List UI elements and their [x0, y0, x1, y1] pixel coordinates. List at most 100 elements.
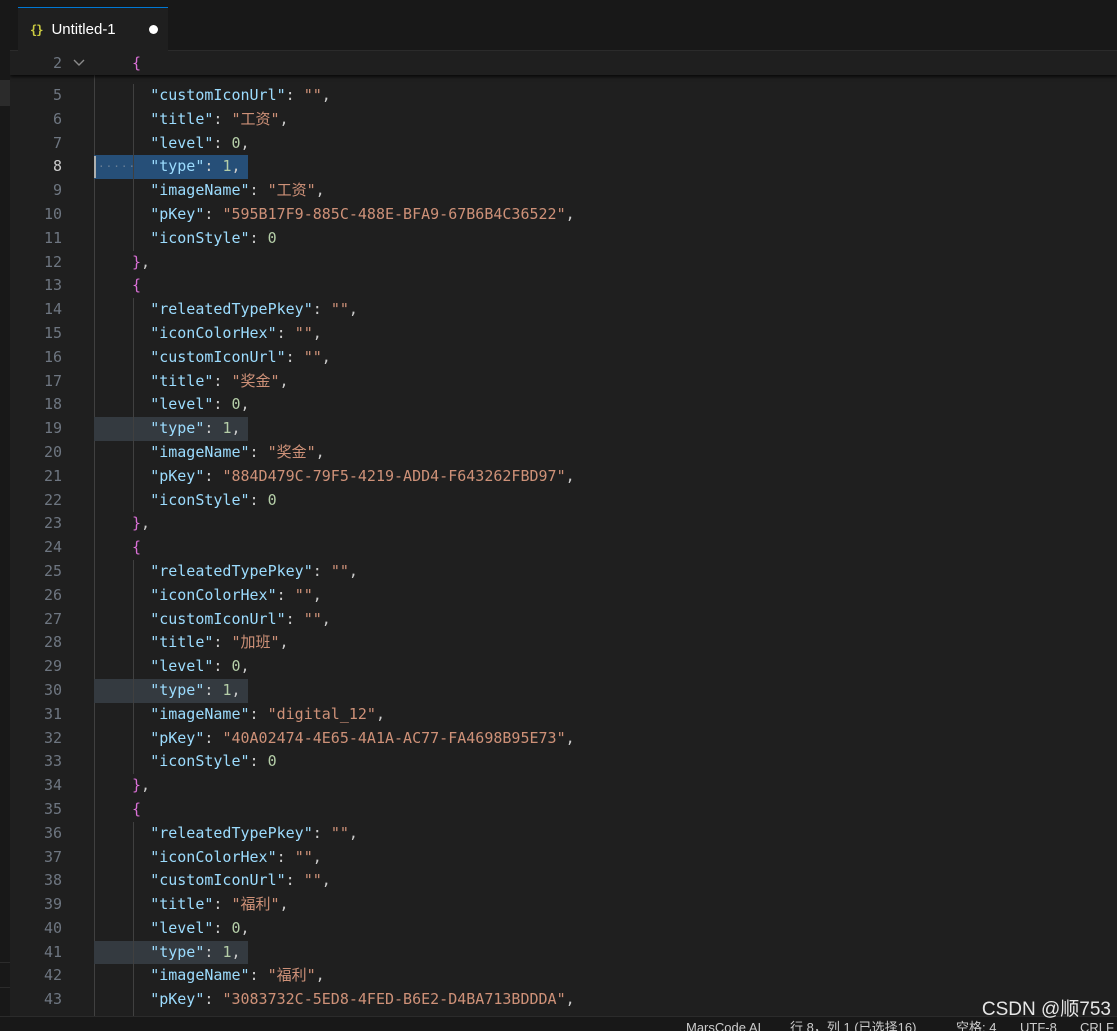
code-line[interactable]: 13 { — [10, 274, 1117, 298]
line-number: 36 — [43, 823, 62, 842]
indent-guide — [133, 440, 134, 465]
code-line[interactable]: 40 "level": 0, — [10, 916, 1117, 941]
code-line[interactable]: 28 "title": "加班", — [10, 631, 1117, 656]
code-token: : — [312, 300, 331, 319]
code-text: }, — [132, 774, 150, 798]
code-line[interactable]: 6 "title": "工资", — [10, 107, 1117, 132]
code-token: 0 — [267, 490, 277, 509]
code-token: "imageName" — [150, 181, 250, 200]
code-line[interactable]: 33 "iconStyle": 0 — [10, 750, 1117, 775]
line-number: 11 — [43, 228, 62, 247]
code-token: , — [312, 585, 322, 604]
code-token: "884D479C-79F5-4219-ADD4-F643262FBD97" — [222, 466, 566, 485]
code-token: "imageName" — [150, 442, 250, 461]
code-line[interactable]: 7 "level": 0, — [10, 131, 1117, 156]
watermark: CSDN @顺753 — [981, 999, 1111, 1020]
code-line[interactable]: 22 "iconStyle": 0 — [10, 488, 1117, 513]
code-line[interactable]: 14 "releatedTypePkey": "", — [10, 298, 1117, 322]
code-token: "福利" — [231, 895, 280, 914]
chevron-down-icon[interactable] — [72, 55, 86, 69]
code-token: 0 — [231, 133, 241, 152]
code-line[interactable]: 9 "imageName": "工资", — [10, 179, 1117, 203]
cursor-position[interactable]: 行 8，列 1 (已选择16) — [790, 1020, 916, 1031]
code-line[interactable]: 37 "iconColorHex": "", — [10, 845, 1117, 870]
code-token: "奖金" — [267, 442, 316, 461]
code-line[interactable]: 25 "releatedTypePkey": "", — [10, 559, 1117, 584]
code-line[interactable]: 32 "pKey": "40A02474-4E65-4A1A-AC77-FA469… — [10, 726, 1117, 751]
indent-guide — [133, 702, 134, 727]
code-token: "" — [294, 585, 313, 604]
code-token: , — [141, 776, 151, 795]
code-line[interactable]: 20 "imageName": "奖金", — [10, 440, 1117, 465]
code-line[interactable]: 23}, — [10, 512, 1117, 536]
line-number: 33 — [43, 752, 62, 771]
code-token: , — [348, 561, 358, 580]
code-line[interactable]: 31 "imageName": "digital_12", — [10, 702, 1117, 727]
indent-guide — [133, 345, 134, 370]
line-number: 37 — [43, 847, 62, 866]
code-token: , — [240, 918, 250, 937]
code-line[interactable]: 15 "iconColorHex": "", — [10, 321, 1117, 346]
code-token: : — [213, 633, 232, 652]
code-line[interactable]: 5 "customIconUrl": "", — [10, 84, 1117, 108]
code-line[interactable]: 16 "customIconUrl": "", — [10, 345, 1117, 370]
code-line[interactable]: 39 "title": "福利", — [10, 893, 1117, 917]
code-token: "title" — [150, 633, 214, 652]
code-line[interactable]: 35 { — [10, 798, 1117, 822]
unsaved-dot-icon[interactable] — [149, 25, 158, 34]
indent-guide — [133, 107, 134, 132]
indent-guide — [133, 321, 134, 346]
indent-guide — [133, 631, 134, 656]
code-line[interactable]: 30 "type": 1, — [10, 678, 1117, 703]
code-line[interactable]: 41 "type": 1, — [10, 940, 1117, 965]
code-token: : — [204, 990, 223, 1009]
code-token: , — [565, 990, 575, 1009]
code-token: "customIconUrl" — [150, 871, 286, 890]
code-token: : — [204, 419, 223, 438]
code-token: , — [231, 942, 241, 961]
code-token: , — [321, 871, 331, 890]
line-number: 14 — [43, 300, 62, 319]
indent-guide — [133, 821, 134, 846]
indent-guide — [133, 893, 134, 917]
code-line[interactable]: 29 "level": 0, — [10, 655, 1117, 679]
code-line[interactable]: 27 "customIconUrl": "", — [10, 607, 1117, 632]
code-line[interactable]: 10 "pKey": "595B17F9-885C-488E-BFA9-67B6B… — [10, 202, 1117, 227]
code-line[interactable]: ····· 8 "type": 1, — [10, 155, 1117, 180]
code-text: "customIconUrl": "", — [150, 608, 331, 632]
code-line[interactable]: 24 { — [10, 536, 1117, 560]
code-text: "customIconUrl": "", — [150, 869, 331, 893]
indent-guide — [133, 607, 134, 632]
code-token: 0 — [231, 395, 241, 414]
code-editor[interactable]: 2 { "iconColorHex": "", 5 "customIconUrl"… — [10, 51, 1117, 1016]
code-text: "iconStyle": 0 — [150, 750, 276, 774]
code-line[interactable]: 36 "releatedTypePkey": "", — [10, 821, 1117, 846]
code-token: , — [141, 514, 151, 533]
code-line[interactable]: 38 "customIconUrl": "", — [10, 869, 1117, 894]
code-line[interactable]: 19 "type": 1, — [10, 417, 1117, 441]
marscode-status[interactable]: MarsCode AI — [686, 1020, 761, 1031]
indent-guide — [133, 559, 134, 584]
tab-untitled-1[interactable]: {} Untitled-1 — [18, 7, 168, 51]
code-token: "level" — [150, 395, 214, 414]
code-line[interactable]: 11 "iconStyle": 0 — [10, 226, 1117, 251]
code-line[interactable]: 42 "imageName": "福利", — [10, 964, 1117, 989]
code-line[interactable]: 17 "title": "奖金", — [10, 369, 1117, 394]
code-line[interactable]: 26 "iconColorHex": "", — [10, 583, 1117, 608]
code-token: , — [315, 442, 325, 461]
code-token: , — [279, 895, 289, 914]
line-number: 19 — [43, 419, 62, 438]
code-token: "type" — [150, 419, 205, 438]
code-token: "595B17F9-885C-488E-BFA9-67B6B4C36522" — [222, 204, 566, 223]
code-line[interactable]: 43 "pKey": "3083732C-5ED8-4FED-B6E2-D4BA7… — [10, 988, 1117, 1013]
code-line[interactable]: 34}, — [10, 774, 1117, 798]
code-token: "customIconUrl" — [150, 609, 286, 628]
code-line[interactable]: 12}, — [10, 251, 1117, 275]
code-token: } — [132, 252, 142, 271]
line-number: 8 — [52, 157, 62, 176]
code-token: 0 — [267, 228, 277, 247]
code-line[interactable]: 18 "level": 0, — [10, 393, 1117, 418]
code-line[interactable]: 21 "pKey": "884D479C-79F5-4219-ADD4-F6432… — [10, 464, 1117, 489]
sticky-scroll-header[interactable]: 2 { — [10, 51, 1117, 75]
code-text: "customIconUrl": "", — [150, 84, 331, 108]
